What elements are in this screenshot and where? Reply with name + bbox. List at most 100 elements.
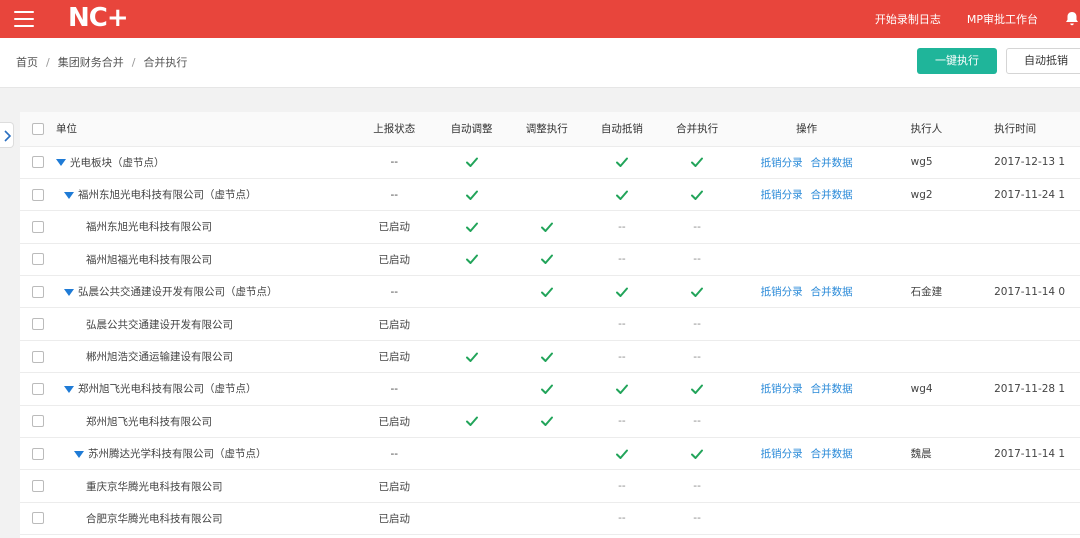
auto-adjust-cell — [433, 502, 510, 536]
table-row[interactable]: 福州旭福光电科技有限公司 已启动 -- -- — [20, 243, 1080, 277]
check-icon — [465, 416, 478, 427]
start-log-link[interactable]: 开始录制日志 — [875, 11, 941, 27]
sidebar-toggle[interactable] — [0, 122, 14, 148]
row-checkbox[interactable] — [20, 405, 56, 439]
operation-cell: 抵销分录 合并数据 — [734, 178, 879, 212]
check-icon — [615, 287, 628, 297]
merge-data-link[interactable]: 合并数据 — [811, 286, 853, 298]
table-row[interactable]: 福州东旭光电科技有限公司（虚节点） -- 抵销分录 合并数据 wg2 2017-11-24… — [20, 178, 1080, 212]
check-icon — [465, 157, 478, 168]
mp-approval-link[interactable]: MP审批工作台 — [967, 11, 1038, 27]
offset-entries-link[interactable]: 抵销分录 — [761, 448, 803, 460]
row-checkbox[interactable] — [20, 146, 56, 179]
expand-arrow-icon[interactable] — [56, 159, 66, 167]
unit-name: 弘晨公共交通建设开发有限公司（虚节点） — [56, 275, 355, 309]
executor — [878, 502, 995, 536]
auto-offset-button[interactable]: 自动抵销 — [1006, 48, 1080, 74]
exec-time — [994, 469, 1080, 503]
auto-adjust-cell — [433, 243, 510, 277]
report-status: 已启动 — [354, 307, 434, 341]
offset-entries-link[interactable]: 抵销分录 — [761, 189, 803, 201]
row-checkbox[interactable] — [20, 437, 56, 471]
offset-entries-link[interactable]: 抵销分录 — [761, 286, 803, 298]
breadcrumb: 首页 / 集团财务合并 / 合并执行 — [16, 56, 188, 69]
row-checkbox[interactable] — [20, 307, 56, 341]
expand-arrow-icon[interactable] — [64, 288, 74, 296]
table-row[interactable]: 郑州旭飞光电科技有限公司（虚节点） -- 抵销分录 合并数据 wg4 2017-11-28… — [20, 372, 1080, 406]
row-checkbox[interactable] — [20, 178, 56, 212]
table-row[interactable]: 弘晨公共交通建设开发有限公司 已启动 -- -- — [20, 307, 1080, 341]
table-row[interactable]: 苏州腾达光学科技有限公司（虚节点） -- 抵销分录 合并数据 魏晨 2017-11-14 … — [20, 437, 1080, 471]
auto-offset-cell: -- — [584, 243, 660, 277]
row-checkbox[interactable] — [20, 243, 56, 277]
table-row[interactable]: 合肥京华腾光电科技有限公司 已启动 -- -- — [20, 502, 1080, 536]
check-icon — [615, 384, 628, 394]
merge-table: 单位 上报状态 自动调整 调整执行 自动抵销 合并执行 操作 执行人 执行时间 … — [20, 112, 1080, 538]
check-icon — [691, 157, 704, 168]
check-icon — [691, 190, 704, 200]
col-executor: 执行人 — [878, 112, 995, 147]
executor: wg2 — [878, 178, 995, 212]
adjust-exec-cell — [509, 405, 585, 439]
check-icon — [465, 190, 478, 200]
executor — [878, 243, 995, 277]
bell-icon[interactable] — [1064, 11, 1080, 27]
chevron-right-icon — [4, 130, 12, 142]
merge-data-link[interactable]: 合并数据 — [811, 448, 853, 460]
auto-adjust-cell — [433, 405, 510, 439]
table-row[interactable]: 光电板块（虚节点） -- 抵销分录 合并数据 wg5 2017-12-13 1 — [20, 146, 1080, 179]
check-icon — [540, 416, 553, 427]
exec-time: 2017-11-28 1 — [994, 372, 1080, 406]
empty-value: -- — [618, 318, 626, 331]
check-icon — [540, 222, 553, 232]
auto-adjust-cell — [433, 340, 510, 374]
adjust-exec-cell — [509, 210, 585, 244]
app-logo[interactable]: NC+ — [68, 3, 129, 33]
row-checkbox[interactable] — [20, 275, 56, 309]
report-status: 已启动 — [354, 405, 434, 439]
breadcrumb-home[interactable]: 首页 — [16, 56, 38, 69]
table-row[interactable]: 郴州旭浩交通运输建设有限公司 已启动 -- -- — [20, 340, 1080, 374]
row-checkbox[interactable] — [20, 340, 56, 374]
auto-offset-cell — [584, 275, 660, 309]
auto-offset-cell — [584, 178, 660, 212]
table-row[interactable]: 重庆京华腾光电科技有限公司 已启动 -- -- — [20, 469, 1080, 503]
col-unit: 单位 — [56, 112, 355, 147]
operation-cell: 抵销分录 合并数据 — [734, 372, 879, 406]
empty-value: -- — [693, 253, 701, 266]
expand-arrow-icon[interactable] — [64, 385, 74, 393]
table-row[interactable]: 郑州旭飞光电科技有限公司 已启动 -- -- — [20, 405, 1080, 439]
empty-value: -- — [693, 318, 701, 331]
operation-cell: 抵销分录 合并数据 — [734, 275, 879, 309]
one-click-execute-button[interactable]: 一键执行 — [917, 48, 997, 74]
select-all-checkbox[interactable] — [20, 112, 56, 147]
empty-value: -- — [693, 480, 701, 493]
row-checkbox[interactable] — [20, 502, 56, 536]
check-icon — [540, 384, 553, 394]
operation-cell: 抵销分录 合并数据 — [734, 146, 879, 179]
merge-data-link[interactable]: 合并数据 — [811, 383, 853, 395]
breadcrumb-group-finance[interactable]: 集团财务合并 — [58, 56, 124, 69]
merge-data-link[interactable]: 合并数据 — [811, 189, 853, 201]
offset-entries-link[interactable]: 抵销分录 — [761, 157, 803, 169]
executor — [878, 307, 995, 341]
merge-exec-cell — [659, 437, 735, 471]
report-status: 已启动 — [354, 502, 434, 536]
exec-time — [994, 502, 1080, 536]
row-checkbox[interactable] — [20, 372, 56, 406]
merge-exec-cell — [659, 178, 735, 212]
merge-exec-cell: -- — [659, 243, 735, 277]
menu-icon[interactable] — [14, 11, 34, 27]
auto-offset-cell: -- — [584, 210, 660, 244]
offset-entries-link[interactable]: 抵销分录 — [761, 383, 803, 395]
table-row[interactable]: 弘晨公共交通建设开发有限公司（虚节点） -- 抵销分录 合并数据 石金建 2017-11-… — [20, 275, 1080, 309]
row-checkbox[interactable] — [20, 469, 56, 503]
table-row[interactable]: 福州东旭光电科技有限公司 已启动 -- -- — [20, 210, 1080, 244]
merge-data-link[interactable]: 合并数据 — [811, 157, 853, 169]
adjust-exec-cell — [509, 372, 585, 406]
operation-cell — [734, 340, 879, 374]
expand-arrow-icon[interactable] — [74, 450, 84, 458]
adjust-exec-cell — [509, 146, 585, 179]
expand-arrow-icon[interactable] — [64, 191, 74, 199]
row-checkbox[interactable] — [20, 210, 56, 244]
